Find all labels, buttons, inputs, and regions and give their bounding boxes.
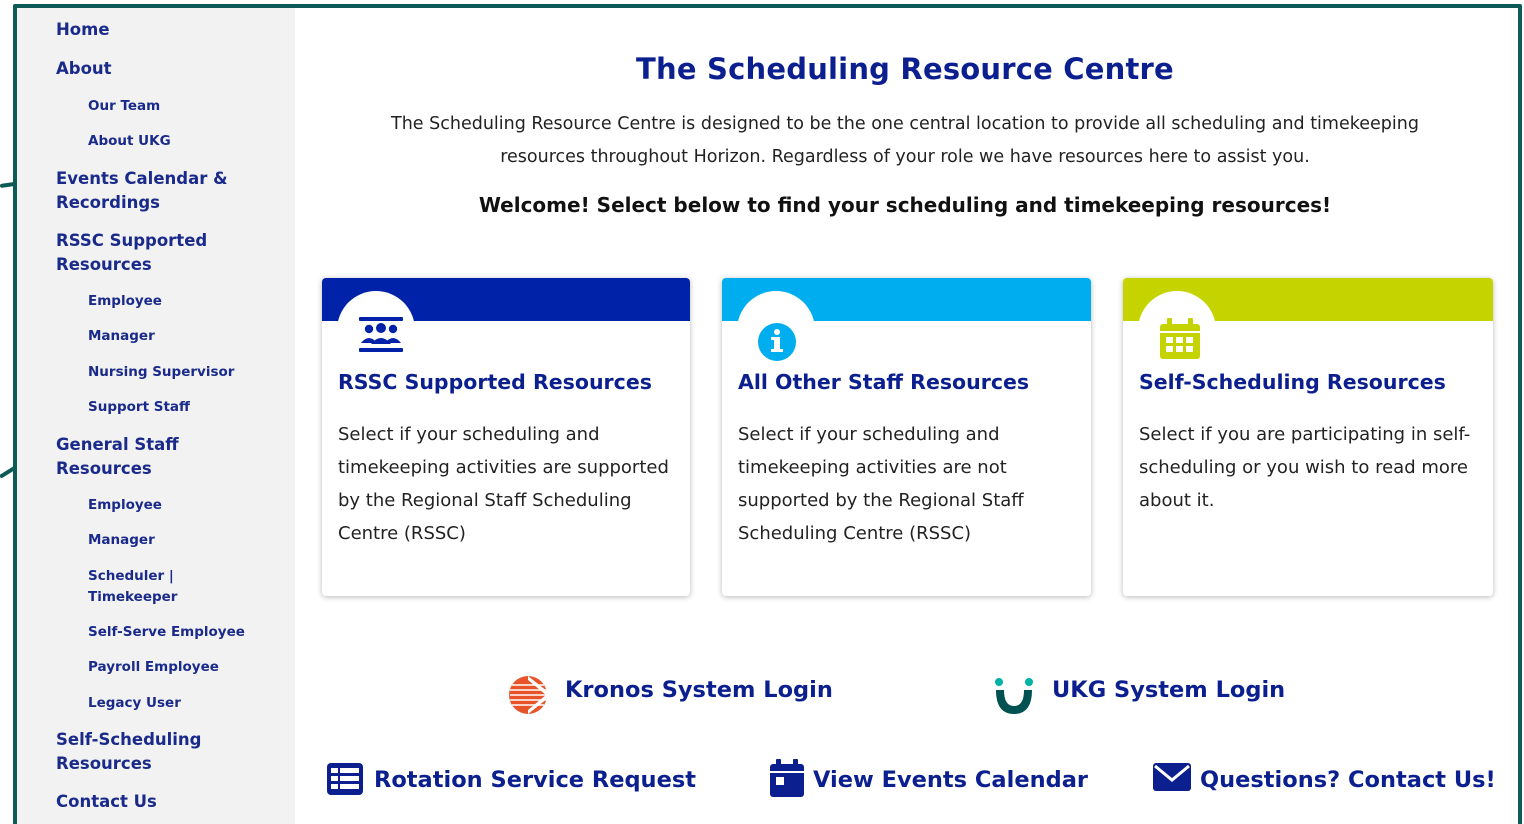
contact-us-link[interactable]: Questions? Contact Us! (1200, 767, 1496, 793)
nav-rssc-manager[interactable]: Manager (88, 326, 278, 347)
card-text: Select if you are participating in self-… (1139, 424, 1471, 511)
nav-our-team[interactable]: Our Team (88, 96, 278, 117)
nav-contact-us[interactable]: Contact Us (56, 790, 256, 814)
card-rssc-supported[interactable]: RSSC Supported Resources Select if your … (322, 278, 690, 596)
intro-text: The Scheduling Resource Centre is design… (391, 114, 1419, 167)
kronos-logo-icon[interactable] (508, 675, 552, 715)
page-frame: Home About Our Team About UKG Events Cal… (13, 4, 1522, 824)
nav-about-ukg[interactable]: About UKG (88, 131, 278, 152)
card-icon-circle (737, 291, 815, 369)
calendar-icon (1160, 318, 1200, 359)
welcome-text: Welcome! Select below to find your sched… (478, 193, 1332, 217)
card-all-other-staff[interactable]: All Other Staff Resources Select if your… (722, 278, 1091, 596)
group-icon (359, 317, 403, 352)
nav-home[interactable]: Home (56, 18, 256, 42)
nav-about[interactable]: About (56, 57, 256, 81)
nav-gs-manager[interactable]: Manager (88, 530, 278, 551)
card-self-scheduling[interactable]: Self-Scheduling Resources Select if you … (1123, 278, 1493, 596)
table-list-icon[interactable] (326, 762, 364, 796)
nav-events-calendar[interactable]: Events Calendar & Recordings (56, 167, 241, 215)
nav-gs-payroll[interactable]: Payroll Employee (88, 657, 278, 678)
card-icon-circle (1138, 291, 1216, 369)
page-title: The Scheduling Resource Centre (636, 52, 1174, 86)
nav-gs-legacy[interactable]: Legacy User (88, 693, 278, 714)
main-content: The Scheduling Resource Centre The Sched… (295, 8, 1518, 824)
card-title: Self-Scheduling Resources (1139, 370, 1446, 394)
sidebar-nav: Home About Our Team About UKG Events Cal… (17, 8, 295, 824)
nav-self-scheduling[interactable]: Self-Scheduling Resources (56, 728, 226, 776)
nav-general-staff[interactable]: General Staff Resources (56, 433, 216, 481)
view-events-calendar-link[interactable]: View Events Calendar (813, 767, 1088, 793)
card-title: All Other Staff Resources (738, 370, 1030, 394)
ukg-logo-icon[interactable] (993, 676, 1037, 716)
nav-gs-scheduler[interactable]: Scheduler | Timekeeper (88, 566, 188, 608)
info-icon (758, 323, 796, 361)
envelope-icon[interactable] (1152, 762, 1192, 792)
card-text: Select if your scheduling and timekeepin… (338, 424, 669, 544)
nav-rssc-supported[interactable]: RSSC Supported Resources (56, 229, 226, 277)
nav-gs-self-serve[interactable]: Self-Serve Employee (88, 622, 278, 643)
card-title: RSSC Supported Resources (338, 370, 652, 394)
ukg-login-link[interactable]: UKG System Login (1052, 677, 1285, 703)
card-icon-circle (337, 291, 415, 369)
calendar-icon[interactable] (769, 758, 805, 798)
kronos-login-link[interactable]: Kronos System Login (565, 677, 833, 703)
rotation-service-request-link[interactable]: Rotation Service Request (374, 767, 696, 793)
nav-gs-employee[interactable]: Employee (88, 495, 278, 516)
nav-rssc-employee[interactable]: Employee (88, 291, 278, 312)
nav-rssc-nursing-supervisor[interactable]: Nursing Supervisor (88, 362, 278, 383)
nav-rssc-support-staff[interactable]: Support Staff (88, 397, 278, 418)
card-text: Select if your scheduling and timekeepin… (738, 424, 1024, 544)
